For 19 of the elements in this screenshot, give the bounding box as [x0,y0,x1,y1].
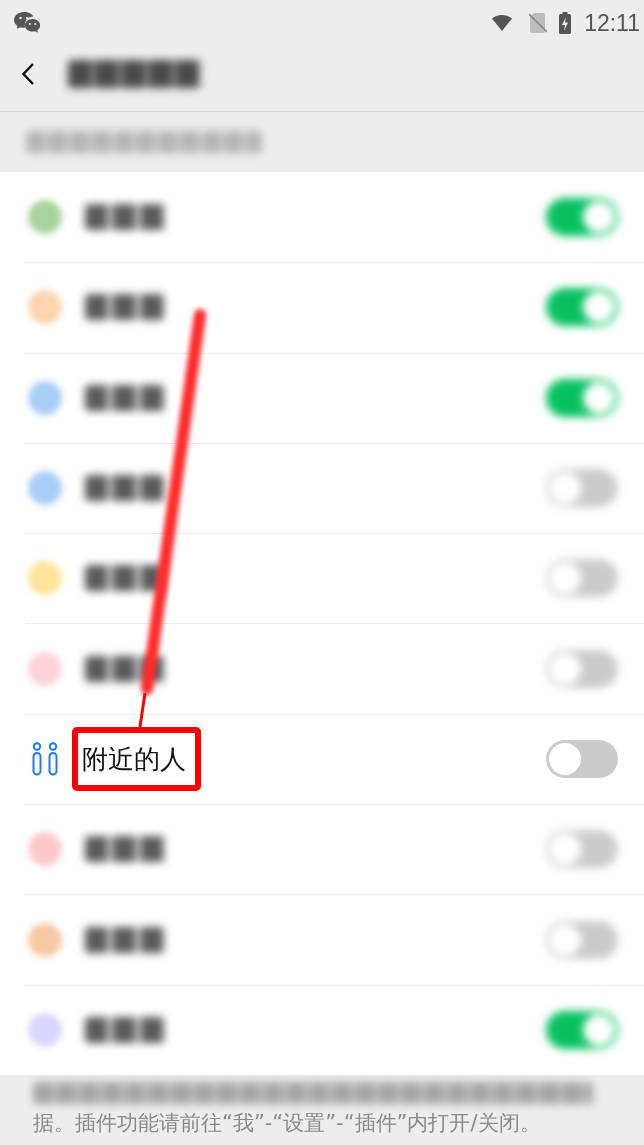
toggle-switch[interactable] [546,559,618,598]
people-icon [31,741,59,776]
footer-note: 据。插件功能请前往“我”-“设置”-“插件”内打开/关闭。 [33,1110,542,1137]
feature-label: 附近的人 [82,742,186,775]
clock-time: 12:11 [584,8,640,37]
toggle-switch[interactable] [546,198,618,237]
back-icon[interactable] [22,63,34,85]
wechat-icon [14,11,40,34]
toggle-switch[interactable] [546,739,618,778]
toggle-switch[interactable] [546,830,618,869]
battery-charging-icon [559,11,572,34]
wifi-icon [492,14,513,31]
toggle-switch[interactable] [546,288,618,327]
toggle-switch[interactable] [546,1010,618,1049]
toggle-switch[interactable] [546,378,618,417]
no-sim-icon [529,12,548,33]
toggle-switch[interactable] [546,920,618,959]
toggle-switch[interactable] [546,649,618,688]
toggle-switch[interactable] [546,469,618,508]
